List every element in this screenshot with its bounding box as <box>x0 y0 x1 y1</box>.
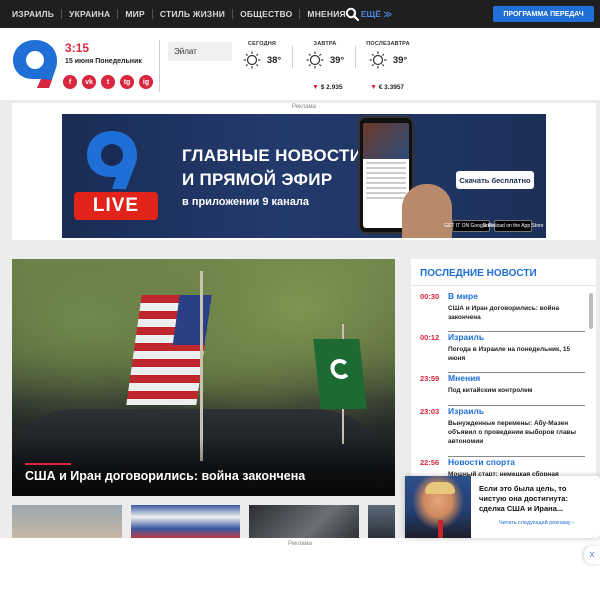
news-list: 00:30 В мире США и Иран договорились: во… <box>420 291 585 498</box>
ad-headline-1: ГЛАВНЫЕ НОВОСТИ <box>182 146 363 165</box>
twitter-icon[interactable]: t <box>101 75 115 89</box>
facebook-icon[interactable]: f <box>63 75 77 89</box>
weather-divider <box>292 46 293 68</box>
news-time: 23:03 <box>420 407 440 416</box>
down-arrow-icon: ▼ <box>312 84 319 91</box>
news-item[interactable]: 00:12 Израиль Погода в Израиле на понеде… <box>420 332 585 373</box>
bottom-ad-area: Реклама <box>0 538 600 600</box>
close-popup-button[interactable]: X <box>584 546 600 564</box>
article-thumbnails <box>12 505 395 539</box>
vk-icon[interactable]: vk <box>82 75 96 89</box>
hero-article[interactable]: США и Иран договорились: война закончена <box>12 259 395 496</box>
ad-label: Реклама <box>291 104 317 110</box>
news-time: 00:30 <box>420 292 440 301</box>
weather-label: ПОСЛЕЗАВТРА <box>366 41 410 47</box>
nav-item-ukraine[interactable]: УКРАИНА <box>62 9 119 19</box>
ad-banner-section: Реклама LIVE ГЛАВНЫЕ НОВОСТИ И ПРЯМОЙ ЭФ… <box>12 103 596 240</box>
ad-label: Реклама <box>287 541 313 547</box>
popup-text[interactable]: Если это была цель, то чистую она достиг… <box>479 484 594 514</box>
sun-icon <box>243 51 261 69</box>
hero-accent-bar <box>25 463 71 465</box>
weather-label: СЕГОДНЯ <box>247 41 277 47</box>
news-scrollbar[interactable] <box>589 293 593 329</box>
download-free-button[interactable]: Скачать бесплатно <box>456 171 534 189</box>
usd-rate-value: $ 2.935 <box>320 84 343 91</box>
flag-pole <box>200 271 203 461</box>
pakistan-flag-image <box>313 339 367 409</box>
ad-subline: в приложении 9 канала <box>182 196 310 208</box>
channel-9-logo[interactable] <box>11 38 59 90</box>
weather-divider <box>355 46 356 68</box>
nav-item-world[interactable]: МИР <box>118 9 153 19</box>
app-promo-banner[interactable]: LIVE ГЛАВНЫЕ НОВОСТИ И ПРЯМОЙ ЭФИР в при… <box>62 114 546 238</box>
news-category[interactable]: Израиль <box>448 406 585 417</box>
news-time: 23:59 <box>420 374 440 383</box>
app-store-badge[interactable]: Download on the App Store <box>483 220 543 232</box>
nav-item-israel[interactable]: ИЗРАИЛЬ <box>12 9 63 19</box>
thumbnail-article[interactable] <box>368 505 395 539</box>
nav-item-society[interactable]: ОБЩЕСТВО <box>233 9 301 19</box>
usd-rate: ▼ $ 2.935 <box>312 84 342 91</box>
hand-image <box>402 184 452 238</box>
nav-item-lifestyle[interactable]: СТИЛЬ ЖИЗНИ <box>153 9 234 19</box>
live-badge: LIVE <box>74 192 158 220</box>
news-item[interactable]: 23:03 Израиль Вынужденные перемены: Абу-… <box>420 406 585 457</box>
thumbnail-article[interactable] <box>12 505 122 539</box>
program-schedule-button[interactable]: ПРОГРАММА ПЕРЕДАЧ <box>493 6 594 22</box>
header-divider <box>159 40 160 92</box>
news-time: 22:56 <box>420 458 440 467</box>
channel-9-logo <box>87 131 137 189</box>
popup-read-more-link[interactable]: Читать следующий рекламу › <box>499 520 574 526</box>
social-links: f vk t tg ig <box>63 75 153 89</box>
search-icon[interactable] <box>345 7 359 21</box>
news-category[interactable]: В мире <box>448 291 585 302</box>
hero-title[interactable]: США и Иран договорились: война закончена <box>25 469 305 483</box>
thumbnail-article[interactable] <box>249 505 360 539</box>
weather-today: СЕГОДНЯ 38° <box>232 41 292 69</box>
news-category[interactable]: Мнения <box>448 373 585 384</box>
news-item[interactable]: 23:59 Мнения Под китайским контролем <box>420 373 585 406</box>
top-navigation: ИЗРАИЛЬ УКРАИНА МИР СТИЛЬ ЖИЗНИ ОБЩЕСТВО… <box>0 0 600 28</box>
down-arrow-icon: ▼ <box>370 84 377 91</box>
weather-temp: 39° <box>329 54 345 66</box>
nav-more-link[interactable]: ЕЩЁ ≫ <box>354 9 392 20</box>
latest-news-heading[interactable]: ПОСЛЕДНИЕ НОВОСТИ <box>420 268 537 279</box>
news-headline[interactable]: Вынужденные перемены: Абу-Мазен объявил … <box>448 419 585 446</box>
eur-rate-value: € 3.3957 <box>378 84 405 91</box>
news-category[interactable]: Новости спорта <box>448 457 585 468</box>
news-time: 00:12 <box>420 333 440 342</box>
weather-temp: 39° <box>392 54 408 66</box>
telegram-icon[interactable]: tg <box>120 75 134 89</box>
city-selector[interactable]: Эйлат <box>168 42 232 61</box>
news-headline[interactable]: США и Иран договорились: война закончена <box>448 304 585 322</box>
weather-temp: 38° <box>266 54 282 66</box>
ad-headline-2: И ПРЯМОЙ ЭФИР <box>182 170 333 189</box>
news-category[interactable]: Израиль <box>448 332 585 343</box>
popup-photo <box>405 476 471 538</box>
weather-day-after: ПОСЛЕЗАВТРА 39° <box>358 41 418 69</box>
news-item[interactable]: 00:30 В мире США и Иран договорились: во… <box>420 291 585 332</box>
current-time: 3:15 <box>65 41 90 55</box>
current-date: 15 июня Понедельник <box>65 58 142 65</box>
site-header: 3:15 15 июня Понедельник f vk t tg ig Эй… <box>0 28 600 100</box>
eur-rate: ▼ € 3.3957 <box>370 84 404 91</box>
news-headline[interactable]: Под китайским контролем <box>448 386 585 395</box>
weather-tomorrow: ЗАВТРА 39° <box>295 41 355 69</box>
news-headline[interactable]: Погода в Израиле на понедельник, 15 июня <box>448 345 585 363</box>
sun-icon <box>306 51 324 69</box>
sun-icon <box>369 51 387 69</box>
thumbnail-article[interactable] <box>130 505 241 539</box>
instagram-icon[interactable]: ig <box>139 75 153 89</box>
promo-popup[interactable]: Если это была цель, то чистую она достиг… <box>405 476 600 538</box>
weather-label: ЗАВТРА <box>313 41 337 47</box>
